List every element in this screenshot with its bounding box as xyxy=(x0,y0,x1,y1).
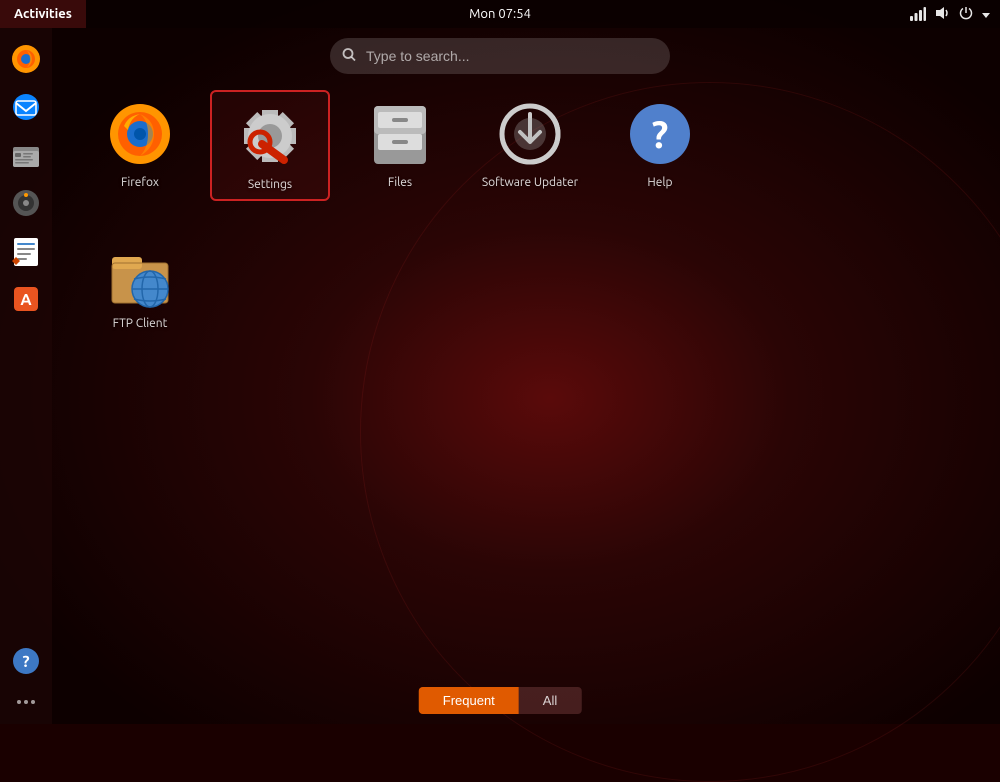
settings-icon xyxy=(234,100,306,172)
sidebar-item-files[interactable] xyxy=(5,134,47,176)
firefox-label: Firefox xyxy=(121,176,159,189)
sidebar-item-notes[interactable] xyxy=(5,230,47,272)
svg-text:A: A xyxy=(20,291,32,309)
settings-label: Settings xyxy=(248,178,292,191)
volume-icon[interactable] xyxy=(934,5,950,24)
sidebar-dock: A ? xyxy=(0,28,52,724)
power-icon[interactable] xyxy=(958,5,974,24)
tab-frequent[interactable]: Frequent xyxy=(419,687,519,714)
ftp-icon xyxy=(104,239,176,311)
software-updater-label: Software Updater xyxy=(482,176,578,189)
tab-all[interactable]: All xyxy=(519,687,581,714)
app-row-1: Firefox xyxy=(80,90,980,201)
app-row-2: FTP Client xyxy=(80,231,980,338)
files-label: Files xyxy=(388,176,412,189)
network-icon[interactable] xyxy=(910,5,926,24)
topbar: Activities Mon 07:54 xyxy=(0,0,1000,28)
show-applications-button[interactable] xyxy=(5,688,47,716)
sidebar-item-disks[interactable] xyxy=(5,182,47,224)
dot-1 xyxy=(17,700,21,704)
dot-2 xyxy=(24,700,28,704)
clock: Mon 07:54 xyxy=(469,7,531,21)
files-icon xyxy=(364,98,436,170)
app-grid: Firefox xyxy=(80,90,980,674)
app-item-settings[interactable]: Settings xyxy=(210,90,330,201)
svg-text:?: ? xyxy=(652,114,669,156)
software-updater-icon xyxy=(494,98,566,170)
search-input[interactable] xyxy=(330,38,670,74)
activities-button[interactable]: Activities xyxy=(0,0,86,28)
search-bar-container xyxy=(330,38,670,74)
app-item-files[interactable]: Files xyxy=(340,90,460,197)
sidebar-item-thunderbird[interactable] xyxy=(5,86,47,128)
help-icon: ? xyxy=(624,98,696,170)
app-item-ftp[interactable]: FTP Client xyxy=(80,231,200,338)
sidebar-item-firefox[interactable] xyxy=(5,38,47,80)
sidebar-item-help[interactable]: ? xyxy=(5,640,47,682)
firefox-icon xyxy=(104,98,176,170)
app-item-help[interactable]: ? Help xyxy=(600,90,720,197)
sidebar-item-ubuntu-store[interactable]: A xyxy=(5,278,47,320)
help-label: Help xyxy=(647,176,672,189)
svg-text:?: ? xyxy=(22,653,29,671)
topbar-right-icons xyxy=(910,5,1000,24)
app-item-firefox[interactable]: Firefox xyxy=(80,90,200,197)
ftp-label: FTP Client xyxy=(113,317,168,330)
power-arrow-icon[interactable] xyxy=(982,6,990,22)
dot-3 xyxy=(31,700,35,704)
bottom-tabs: Frequent All xyxy=(419,687,582,714)
app-item-software-updater[interactable]: Software Updater xyxy=(470,90,590,197)
